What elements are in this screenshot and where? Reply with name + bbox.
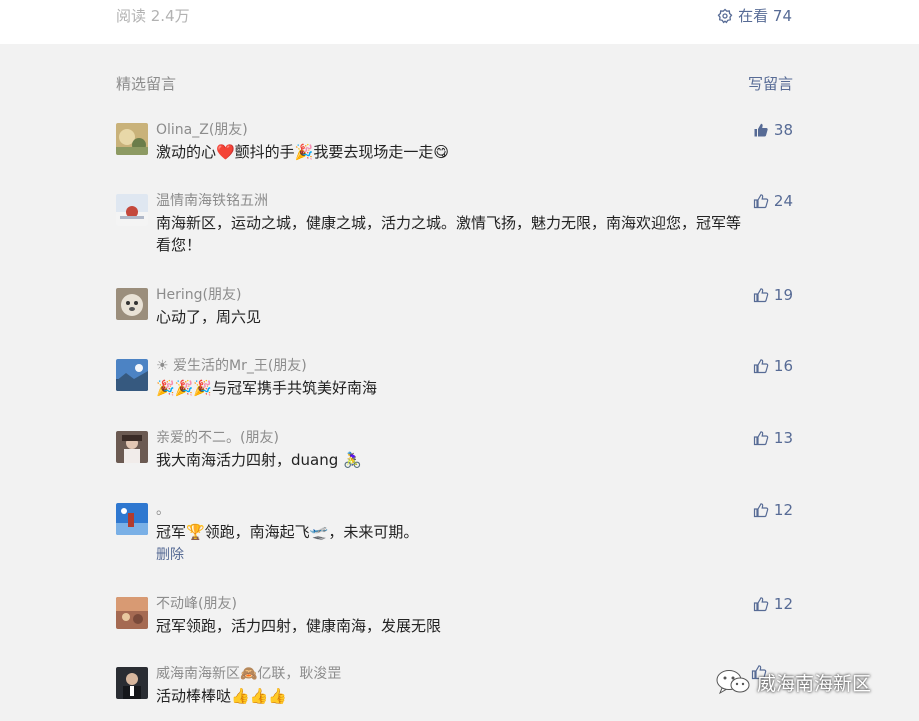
like-count: 12 <box>773 595 793 613</box>
comment-text: 活动棒棒哒👍👍👍 <box>156 687 288 705</box>
avatar[interactable] <box>116 288 148 320</box>
watching-icon <box>717 8 733 24</box>
comment-nickname: 。 <box>156 502 170 518</box>
comment-nickname: 温情南海铁铭五洲 <box>156 193 268 209</box>
thumbs-up-filled-icon <box>753 122 769 138</box>
comment-text: 南海新区，运动之城，健康之城，活力之城。激情飞扬，魅力无限，南海欢迎您，冠军等看… <box>156 214 742 254</box>
delete-comment-link[interactable]: 删除 <box>156 545 746 565</box>
watching-button[interactable]: 在看 74 <box>717 5 792 26</box>
avatar[interactable] <box>116 123 148 155</box>
like-button[interactable]: 12 <box>753 594 793 614</box>
comment-nickname: Hering(朋友) <box>156 287 242 303</box>
like-count: 12 <box>773 501 793 519</box>
watermark-text: 威海南海新区 <box>757 672 872 695</box>
like-button[interactable]: 16 <box>753 356 793 376</box>
wechat-icon <box>715 668 751 696</box>
comment-text: 心动了，周六见 <box>156 308 262 326</box>
thumbs-up-icon <box>753 287 769 303</box>
comment-nickname: 威海南海新区🙈亿联，耿浚罡 <box>156 666 342 682</box>
comment-text: 我大南海活力四射，duang 🚴‍♀️ <box>156 451 362 469</box>
comment-text: 激动的心❤️颤抖的手🎉我要去现场走一走😋 <box>156 143 449 161</box>
comments-title: 精选留言 <box>116 75 177 93</box>
like-count: 24 <box>773 192 793 210</box>
like-button[interactable]: 24 <box>753 191 793 211</box>
comments-header: 精选留言 写留言 <box>116 73 793 94</box>
comment-text: 冠军🏆领跑，南海起飞🛫，未来可期。 <box>156 523 419 541</box>
like-button[interactable]: 38 <box>753 120 793 140</box>
like-count: 19 <box>773 286 793 304</box>
wechat-watermark: 威海南海新区 <box>715 668 871 696</box>
thumbs-up-icon <box>753 502 769 518</box>
like-button[interactable]: 19 <box>753 285 793 305</box>
comment-text: 🎉🎉🎉与冠军携手共筑美好南海 <box>156 379 378 397</box>
read-count: 阅读 2.4万 <box>116 7 190 25</box>
avatar[interactable] <box>116 667 148 699</box>
avatar[interactable] <box>116 359 148 391</box>
article-stats-bar: 阅读 2.4万 在看 74 <box>0 0 919 44</box>
avatar[interactable] <box>116 194 148 226</box>
like-button[interactable]: 12 <box>753 500 793 520</box>
thumbs-up-icon <box>753 596 769 612</box>
thumbs-up-icon <box>753 193 769 209</box>
like-count: 16 <box>773 357 793 375</box>
comment-text: 冠军领跑，活力四射，健康南海，发展无限 <box>156 617 442 635</box>
thumbs-up-icon <box>753 358 769 374</box>
comment-nickname: ☀ 爱生活的Mr_王(朋友) <box>156 358 307 374</box>
avatar[interactable] <box>116 431 148 463</box>
like-count: 38 <box>773 121 793 139</box>
avatar[interactable] <box>116 597 148 629</box>
avatar[interactable] <box>116 503 148 535</box>
write-comment-link[interactable]: 写留言 <box>748 73 793 94</box>
comment-nickname: Olina_Z(朋友) <box>156 122 248 138</box>
comment-nickname: 亲爱的不二。(朋友) <box>156 430 279 446</box>
like-button[interactable]: 13 <box>753 428 793 448</box>
like-count: 13 <box>773 429 793 447</box>
comment-nickname: 不动峰(朋友) <box>156 596 237 612</box>
thumbs-up-icon <box>753 430 769 446</box>
watching-count: 在看 74 <box>738 7 792 25</box>
